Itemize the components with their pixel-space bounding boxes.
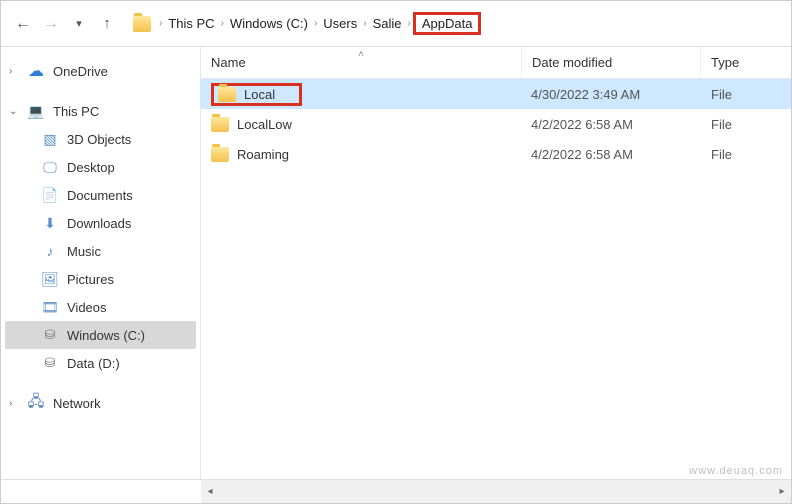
picture-icon: 🖼 <box>41 271 59 287</box>
sidebar-item-pictures[interactable]: 🖼 Pictures <box>5 265 196 293</box>
breadcrumb-item[interactable]: Salie <box>369 14 406 33</box>
chevron-right-icon: › <box>157 18 164 29</box>
video-icon: 🎞 <box>41 299 59 315</box>
sidebar-item-label: Downloads <box>67 216 131 231</box>
sidebar-item-label: Videos <box>67 300 107 315</box>
folder-icon <box>218 87 236 102</box>
drive-icon: ⛁ <box>41 327 59 343</box>
item-name: Roaming <box>237 147 289 162</box>
sort-asc-icon: ˄ <box>358 49 364 60</box>
list-item[interactable]: Roaming 4/2/2022 6:58 AM File <box>201 139 791 169</box>
sidebar-item-drive-d[interactable]: ⛁ Data (D:) <box>5 349 196 377</box>
sidebar-item-music[interactable]: ♪ Music <box>5 237 196 265</box>
sidebar-item-label: This PC <box>53 104 99 119</box>
item-name: LocalLow <box>237 117 292 132</box>
sidebar-item-drive-c[interactable]: ⛁ Windows (C:) <box>5 321 196 349</box>
sidebar-item-onedrive[interactable]: › ☁ OneDrive <box>5 57 196 85</box>
pc-icon: 💻 <box>27 103 45 119</box>
sidebar-item-label: 3D Objects <box>67 132 131 147</box>
download-icon: ⬇ <box>41 215 59 231</box>
cube-icon: ▧ <box>41 131 59 147</box>
sidebar-item-videos[interactable]: 🎞 Videos <box>5 293 196 321</box>
column-headers: ˄Name Date modified Type <box>201 47 791 79</box>
breadcrumb-item[interactable]: Users <box>319 14 361 33</box>
recent-dropdown-icon[interactable]: ▾ <box>67 12 91 36</box>
sidebar-item-label: Network <box>53 396 101 411</box>
column-date[interactable]: Date modified <box>521 47 701 78</box>
scroll-track[interactable] <box>219 485 773 499</box>
folder-icon <box>211 117 229 132</box>
item-date: 4/2/2022 6:58 AM <box>521 147 701 162</box>
chevron-down-icon: ⌄ <box>9 106 19 117</box>
list-item[interactable]: Local 4/30/2022 3:49 AM File <box>201 79 791 109</box>
drive-icon: ⛁ <box>41 355 59 371</box>
item-type: File <box>701 147 791 162</box>
music-icon: ♪ <box>41 243 59 259</box>
watermark-text: www.deuaq.com <box>689 465 783 477</box>
scroll-left-icon[interactable]: ◂ <box>201 480 219 503</box>
chevron-right-icon: › <box>9 66 19 77</box>
sidebar-item-label: Pictures <box>67 272 114 287</box>
document-icon: 📄 <box>41 187 59 203</box>
sidebar-item-network[interactable]: › 🖧 Network <box>5 389 196 417</box>
breadcrumb-item-current[interactable]: AppData <box>413 12 482 35</box>
item-date: 4/2/2022 6:58 AM <box>521 117 701 132</box>
sidebar-item-label: Desktop <box>67 160 115 175</box>
item-name: Local <box>244 87 275 102</box>
file-list: Local 4/30/2022 3:49 AM File LocalLow 4/… <box>201 79 791 479</box>
sidebar-item-label: OneDrive <box>53 64 108 79</box>
sidebar-item-downloads[interactable]: ⬇ Downloads <box>5 209 196 237</box>
item-date: 4/30/2022 3:49 AM <box>521 87 701 102</box>
sidebar-item-desktop[interactable]: 🖵 Desktop <box>5 153 196 181</box>
network-icon: 🖧 <box>27 395 45 411</box>
column-type[interactable]: Type <box>701 47 791 78</box>
sidebar-item-label: Documents <box>67 188 133 203</box>
chevron-right-icon: › <box>9 398 19 409</box>
item-type: File <box>701 117 791 132</box>
column-name[interactable]: ˄Name <box>201 47 521 78</box>
cloud-icon: ☁ <box>27 63 45 79</box>
sidebar-item-documents[interactable]: 📄 Documents <box>5 181 196 209</box>
breadcrumb[interactable]: › This PC › Windows (C:) › Users › Salie… <box>133 9 481 39</box>
folder-icon <box>211 147 229 162</box>
chevron-right-icon: › <box>406 18 413 29</box>
sidebar-item-label: Windows (C:) <box>67 328 145 343</box>
chevron-right-icon: › <box>312 18 319 29</box>
up-button[interactable]: ↑ <box>95 12 119 36</box>
back-button[interactable]: ← <box>11 12 35 36</box>
breadcrumb-item[interactable]: Windows (C:) <box>226 14 312 33</box>
forward-button[interactable]: → <box>39 12 63 36</box>
chevron-right-icon: › <box>219 18 226 29</box>
breadcrumb-item[interactable]: This PC <box>164 14 218 33</box>
scroll-right-icon[interactable]: ▸ <box>773 480 791 503</box>
sidebar-item-label: Data (D:) <box>67 356 120 371</box>
sidebar-item-this-pc[interactable]: ⌄ 💻 This PC <box>5 97 196 125</box>
navigation-pane: › ☁ OneDrive ⌄ 💻 This PC ▧ 3D Objects 🖵 De… <box>1 47 201 479</box>
sidebar-item-3d[interactable]: ▧ 3D Objects <box>5 125 196 153</box>
item-type: File <box>701 87 791 102</box>
folder-icon <box>133 16 151 32</box>
highlight-box: Local <box>211 83 302 106</box>
horizontal-scrollbar[interactable]: ◂ ▸ <box>201 480 791 503</box>
chevron-right-icon: › <box>361 18 368 29</box>
sidebar-item-label: Music <box>67 244 101 259</box>
list-item[interactable]: LocalLow 4/2/2022 6:58 AM File <box>201 109 791 139</box>
desktop-icon: 🖵 <box>41 159 59 175</box>
